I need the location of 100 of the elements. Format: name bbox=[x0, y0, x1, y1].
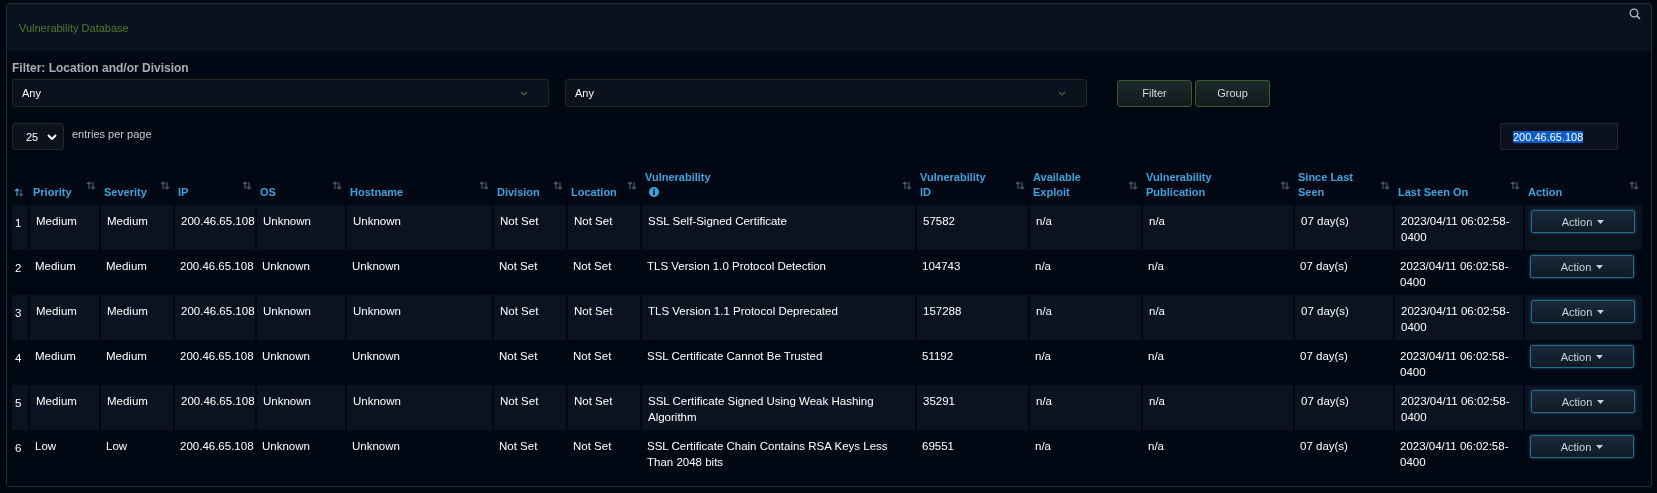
table-cell: Unknown bbox=[353, 305, 401, 317]
table-cell: Unknown bbox=[352, 350, 400, 362]
column-header[interactable]: Vulnerability bbox=[645, 170, 721, 200]
table-cell: 07 day(s) bbox=[1301, 215, 1349, 227]
table-cell: SSL Certificate Signed Using Weak Hashing Algorithm bbox=[648, 395, 874, 423]
column-header[interactable]: IP bbox=[178, 185, 189, 200]
table-cell: n/a bbox=[1149, 395, 1165, 407]
table-cell: Not Set bbox=[574, 215, 613, 227]
table-cell: Unknown bbox=[353, 215, 401, 227]
filter-dropdown[interactable]: Any bbox=[12, 79, 549, 107]
table-cell: 69551 bbox=[922, 440, 954, 452]
action-button[interactable]: Action bbox=[1531, 390, 1635, 413]
panel-title: Vulnerability Database bbox=[19, 21, 129, 34]
action-button[interactable]: Action bbox=[1531, 300, 1635, 323]
column-header[interactable]: Priority bbox=[33, 185, 72, 200]
action-button[interactable]: Action bbox=[1530, 255, 1634, 278]
action-button[interactable]: Action bbox=[1530, 345, 1634, 368]
table-cell: Not Set bbox=[500, 215, 539, 227]
entries-label: entries per page bbox=[72, 127, 152, 140]
table-cell: Medium bbox=[35, 350, 76, 362]
table-cell: 07 day(s) bbox=[1300, 260, 1348, 272]
caret-icon bbox=[1597, 399, 1605, 404]
table-cell: 200.46.65.108 bbox=[181, 305, 255, 317]
column-header[interactable]: Available Exploit bbox=[1033, 170, 1109, 200]
table-cell: TLS Version 1.1 Protocol Deprecated bbox=[648, 305, 838, 317]
caret-icon bbox=[1597, 219, 1605, 224]
column-header[interactable]: Last Seen On bbox=[1398, 185, 1469, 200]
filter-button[interactable]: Filter bbox=[1117, 79, 1192, 107]
table-cell: Not Set bbox=[499, 260, 538, 272]
table-cell: 07 day(s) bbox=[1301, 395, 1349, 407]
table-cell: Medium bbox=[107, 395, 148, 407]
column-header[interactable]: Action bbox=[1528, 185, 1563, 200]
chevron-icon bbox=[520, 90, 528, 96]
table-cell: SSL Self-Signed Certificate bbox=[648, 215, 787, 227]
table-cell: Unknown bbox=[353, 395, 401, 407]
filter-label: Filter: Location and/or Division bbox=[12, 61, 190, 75]
table-cell: n/a bbox=[1035, 350, 1051, 362]
table-cell: Medium bbox=[35, 260, 76, 272]
table-cell: 2023/04/11 06:02:58-0400 bbox=[1400, 440, 1509, 468]
table-cell: 2023/04/11 06:02:58-0400 bbox=[1400, 260, 1509, 288]
row-number: 5 bbox=[15, 397, 22, 409]
entries-dropdown[interactable]: 25 bbox=[12, 123, 64, 150]
table-cell: Low bbox=[106, 440, 128, 452]
table-cell: 157288 bbox=[923, 305, 962, 317]
table-cell: n/a bbox=[1036, 215, 1052, 227]
table-cell: Unknown bbox=[352, 260, 400, 272]
table-cell: 104743 bbox=[922, 260, 961, 272]
column-header[interactable]: OS bbox=[260, 185, 276, 200]
filter-dropdown[interactable]: Any bbox=[565, 79, 1087, 107]
column-header[interactable]: Vulnerability Publication bbox=[1146, 170, 1222, 200]
table-cell: Unknown bbox=[263, 395, 311, 407]
table-cell: Not Set bbox=[573, 350, 612, 362]
table-cell: Unknown bbox=[262, 350, 310, 362]
caret-icon bbox=[1596, 444, 1604, 449]
table-cell: 07 day(s) bbox=[1301, 305, 1349, 317]
table-cell: n/a bbox=[1148, 440, 1164, 452]
table-cell: TLS Version 1.0 Protocol Detection bbox=[647, 260, 826, 272]
table-cell: Not Set bbox=[574, 305, 613, 317]
table-cell: n/a bbox=[1035, 260, 1051, 272]
table-cell: Not Set bbox=[573, 440, 612, 452]
table-cell: Low bbox=[35, 440, 57, 452]
action-button[interactable]: Action bbox=[1530, 435, 1634, 458]
column-header[interactable]: Division bbox=[497, 185, 540, 200]
table-cell: n/a bbox=[1149, 305, 1165, 317]
table-cell: 2023/04/11 06:02:58-0400 bbox=[1400, 350, 1509, 378]
table-cell: Unknown bbox=[352, 440, 400, 452]
table-cell: Not Set bbox=[574, 395, 613, 407]
table-cell: n/a bbox=[1036, 395, 1052, 407]
table-cell: Medium bbox=[36, 215, 77, 227]
search-icon bbox=[1629, 8, 1641, 20]
table-cell: n/a bbox=[1148, 350, 1164, 362]
table-cell: Unknown bbox=[263, 305, 311, 317]
column-header[interactable]: Vulnerability ID bbox=[920, 170, 996, 200]
table-cell: 200.46.65.108 bbox=[181, 395, 255, 407]
row-number: 2 bbox=[15, 262, 22, 274]
table-cell: Not Set bbox=[499, 350, 538, 362]
column-header[interactable]: Hostname bbox=[350, 185, 404, 200]
table-cell: n/a bbox=[1036, 305, 1052, 317]
table-cell: Medium bbox=[106, 260, 147, 272]
table-cell: SSL Certificate Cannot Be Trusted bbox=[647, 350, 823, 362]
table-cell: Unknown bbox=[263, 215, 311, 227]
table-cell: n/a bbox=[1035, 440, 1051, 452]
table-cell: Medium bbox=[107, 305, 148, 317]
table-cell: n/a bbox=[1149, 215, 1165, 227]
row-number: 6 bbox=[15, 442, 22, 454]
column-header[interactable]: Severity bbox=[104, 185, 147, 200]
filter-button[interactable]: Group bbox=[1195, 79, 1270, 107]
table-cell: 200.46.65.108 bbox=[180, 350, 254, 362]
table-cell: SSL Certificate Chain Contains RSA Keys Less Than 2048 bits bbox=[647, 440, 888, 468]
table-cell: 200.46.65.108 bbox=[180, 440, 254, 452]
action-button[interactable]: Action bbox=[1531, 210, 1635, 233]
row-number: 1 bbox=[15, 217, 22, 229]
column-header[interactable]: Since Last Seen bbox=[1298, 170, 1374, 200]
table-cell: Unknown bbox=[262, 260, 310, 272]
table-cell: Unknown bbox=[262, 440, 310, 452]
search-field[interactable]: 200.46.65.108 bbox=[1500, 123, 1618, 150]
table-cell: 200.46.65.108 bbox=[181, 215, 255, 227]
table-cell: Medium bbox=[107, 215, 148, 227]
column-header[interactable]: Location bbox=[571, 185, 617, 200]
caret-icon bbox=[1596, 354, 1604, 359]
